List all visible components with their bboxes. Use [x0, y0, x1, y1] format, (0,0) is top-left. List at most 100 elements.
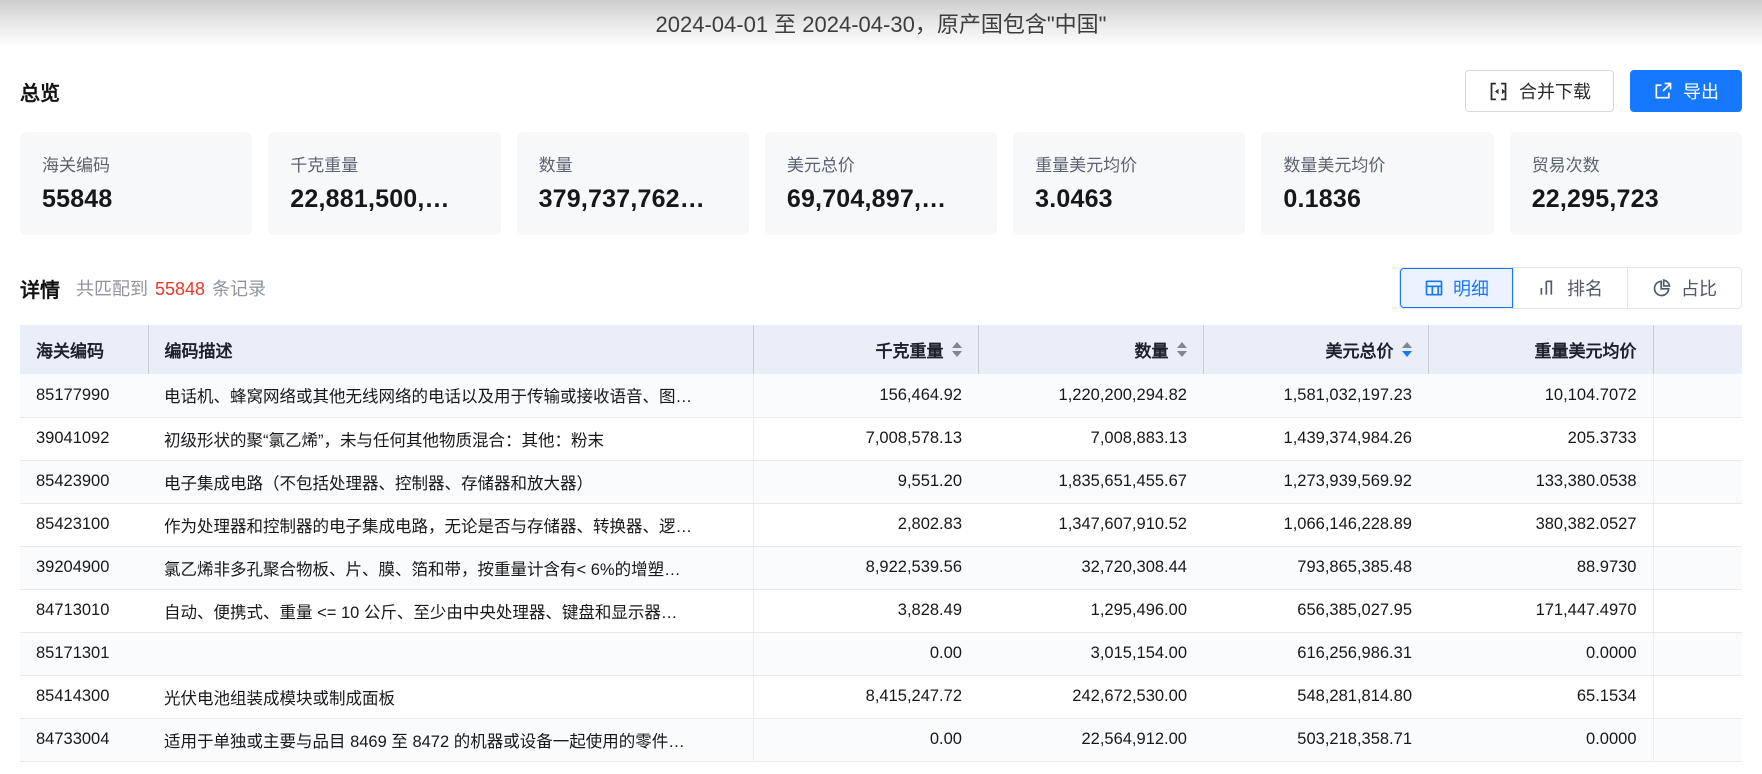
stat-card-value: 55848 — [42, 185, 113, 213]
quantity-cell: 3,015,154.00 — [978, 632, 1203, 676]
header-hs-code: 海关编码 — [20, 325, 149, 374]
match-suffix: 条记录 — [212, 279, 267, 299]
stat-card-value: 22,881,500,… — [290, 185, 450, 213]
table-row: 85414300 光伏电池组装成模块或制成面板 8,415,247.72 242… — [20, 675, 1742, 719]
kg-weight-cell: 0.00 — [753, 632, 978, 676]
stat-card-label: 数量美元均价 — [1283, 156, 1386, 175]
table-row: 39204900 氯乙烯非多孔聚合物板、片、膜、箔和带，按重量计含有< 6%的增… — [20, 546, 1742, 590]
tab-detail-label: 明细 — [1453, 279, 1489, 299]
quantity-cell: 1,347,607,910.52 — [978, 503, 1203, 547]
stat-card-label: 重量美元均价 — [1035, 156, 1138, 175]
header-filler — [1653, 325, 1742, 374]
table-row: 85423100 作为处理器和控制器的电子集成电路，无论是否与存储器、转换器、逻… — [20, 503, 1742, 547]
stats-cards: 海关编码 55848 千克重量 22,881,500,… 数量 379,737,… — [20, 132, 1742, 235]
tab-ranking[interactable]: 排名 — [1513, 268, 1627, 308]
hs-code-cell: 85423100 — [20, 503, 148, 547]
table-row: 85177990 电话机、蜂窝网络或其他无线网络的电话以及用于传输或接收语音、图… — [20, 374, 1742, 418]
merge-download-label: 合并下载 — [1519, 82, 1591, 102]
overview-title: 总览 — [20, 82, 60, 105]
usd-total-cell: 503,218,358.71 — [1203, 718, 1428, 762]
avg-price-cell: 205.3733 — [1428, 417, 1654, 461]
filler-cell — [1653, 546, 1742, 590]
usd-total-cell: 1,273,939,569.92 — [1203, 460, 1428, 504]
header-description: 编码描述 — [148, 325, 754, 374]
usd-total-cell: 1,581,032,197.23 — [1203, 374, 1428, 418]
description-cell: 氯乙烯非多孔聚合物板、片、膜、箔和带，按重量计含有< 6%的增塑… — [148, 546, 754, 590]
stat-card-label: 千克重量 — [290, 156, 359, 175]
header-avg-usd-per-kg: 重量美元均价 — [1428, 325, 1654, 374]
hs-code-cell: 85423900 — [20, 460, 148, 504]
merge-cells-icon — [1488, 81, 1509, 102]
stat-card-label: 贸易次数 — [1531, 156, 1600, 175]
export-button[interactable]: 导出 — [1630, 70, 1742, 112]
avg-price-cell: 88.9730 — [1428, 546, 1654, 590]
hs-code-cell: 39204900 — [20, 546, 148, 590]
filler-cell — [1653, 460, 1742, 504]
quantity-cell: 7,008,883.13 — [978, 417, 1203, 461]
table-row: 84713010 自动、便携式、重量 <= 10 公斤、至少由中央处理器、键盘和… — [20, 589, 1742, 633]
avg-price-cell: 0.0000 — [1428, 718, 1654, 762]
match-count: 55848 — [155, 279, 206, 299]
kg-weight-cell: 7,008,578.13 — [753, 417, 978, 461]
description-cell: 自动、便携式、重量 <= 10 公斤、至少由中央处理器、键盘和显示器… — [148, 589, 754, 633]
filler-cell — [1653, 503, 1742, 547]
avg-price-cell: 10,104.7072 — [1428, 374, 1654, 418]
usd-total-cell: 1,439,374,984.26 — [1203, 417, 1428, 461]
table-row: 85171301 0.00 3,015,154.00 616,256,986.3… — [20, 632, 1742, 676]
date-range-banner: 2024-04-01 至 2024-04-30，原产国包含"中国" — [0, 0, 1762, 46]
stat-card-label: 美元总价 — [786, 156, 855, 175]
table-row: 39041092 初级形状的聚“氯乙烯”，未与任何其他物质混合：其他：粉末 7,… — [20, 417, 1742, 461]
table-icon — [1424, 278, 1444, 298]
table-body: 85177990 电话机、蜂窝网络或其他无线网络的电话以及用于传输或接收语音、图… — [20, 374, 1742, 762]
description-cell: 适用于单独或主要与品目 8469 至 8472 的机器或设备一起使用的零件… — [148, 718, 754, 762]
view-mode-tabs: 明细 排名 占比 — [1399, 267, 1742, 309]
header-usd-total[interactable]: 美元总价 — [1203, 325, 1429, 374]
quantity-cell: 1,220,200,294.82 — [978, 374, 1203, 418]
export-label: 导出 — [1683, 82, 1719, 102]
header-quantity[interactable]: 数量 — [978, 325, 1204, 374]
tab-proportion[interactable]: 占比 — [1627, 268, 1741, 308]
match-record-text: 共匹配到 55848 条记录 — [76, 275, 266, 301]
detail-table: 海关编码 编码描述 千克重量 数量 美元总价 重量美元均价 85177990 电… — [20, 325, 1742, 762]
stat-card-value: 69,704,897,… — [786, 185, 947, 213]
kg-weight-cell: 156,464.92 — [753, 374, 978, 418]
filler-cell — [1653, 374, 1742, 418]
hs-code-cell: 84733004 — [20, 718, 148, 762]
usd-total-cell: 548,281,814.80 — [1203, 675, 1428, 719]
avg-price-cell: 171,447.4970 — [1428, 589, 1654, 633]
usd-total-cell: 1,066,146,228.89 — [1203, 503, 1428, 547]
tab-ranking-label: 排名 — [1567, 279, 1603, 299]
quantity-cell: 242,672,530.00 — [978, 675, 1203, 719]
stat-card: 数量 379,737,762… — [516, 132, 749, 235]
header-kg-weight[interactable]: 千克重量 — [753, 325, 979, 374]
overview-actions: 合并下载 导出 — [1465, 70, 1742, 112]
sort-carets-icon — [1176, 342, 1187, 357]
ranking-icon — [1538, 278, 1558, 298]
match-prefix: 共匹配到 — [76, 279, 148, 299]
hs-code-cell: 84713010 — [20, 589, 148, 633]
table-row: 85423900 电子集成电路（不包括处理器、控制器、存储器和放大器） 9,55… — [20, 460, 1742, 504]
stat-card: 数量美元均价 0.1836 — [1261, 132, 1494, 235]
quantity-cell: 1,835,651,455.67 — [978, 460, 1203, 504]
avg-price-cell: 65.1534 — [1428, 675, 1654, 719]
stat-card-value: 22,295,723 — [1531, 185, 1659, 213]
stat-card: 千克重量 22,881,500,… — [268, 132, 501, 235]
stat-card-value: 3.0463 — [1035, 185, 1113, 213]
sort-carets-icon — [1401, 342, 1412, 357]
filler-cell — [1653, 417, 1742, 461]
sort-carets-icon — [951, 342, 962, 357]
hs-code-cell: 85177990 — [20, 374, 148, 418]
detail-title: 详情 — [20, 279, 60, 302]
stat-card-value: 0.1836 — [1283, 185, 1362, 213]
table-row: 84733004 适用于单独或主要与品目 8469 至 8472 的机器或设备一… — [20, 718, 1742, 762]
filler-cell — [1653, 718, 1742, 762]
tab-detail[interactable]: 明细 — [1400, 268, 1513, 308]
table-header-row: 海关编码 编码描述 千克重量 数量 美元总价 重量美元均价 — [20, 325, 1742, 374]
avg-price-cell: 0.0000 — [1428, 632, 1654, 676]
merge-download-button[interactable]: 合并下载 — [1465, 70, 1614, 112]
description-cell: 电话机、蜂窝网络或其他无线网络的电话以及用于传输或接收语音、图… — [148, 374, 754, 418]
filler-cell — [1653, 589, 1742, 633]
export-icon — [1653, 81, 1673, 101]
filler-cell — [1653, 675, 1742, 719]
hs-code-cell: 85414300 — [20, 675, 148, 719]
